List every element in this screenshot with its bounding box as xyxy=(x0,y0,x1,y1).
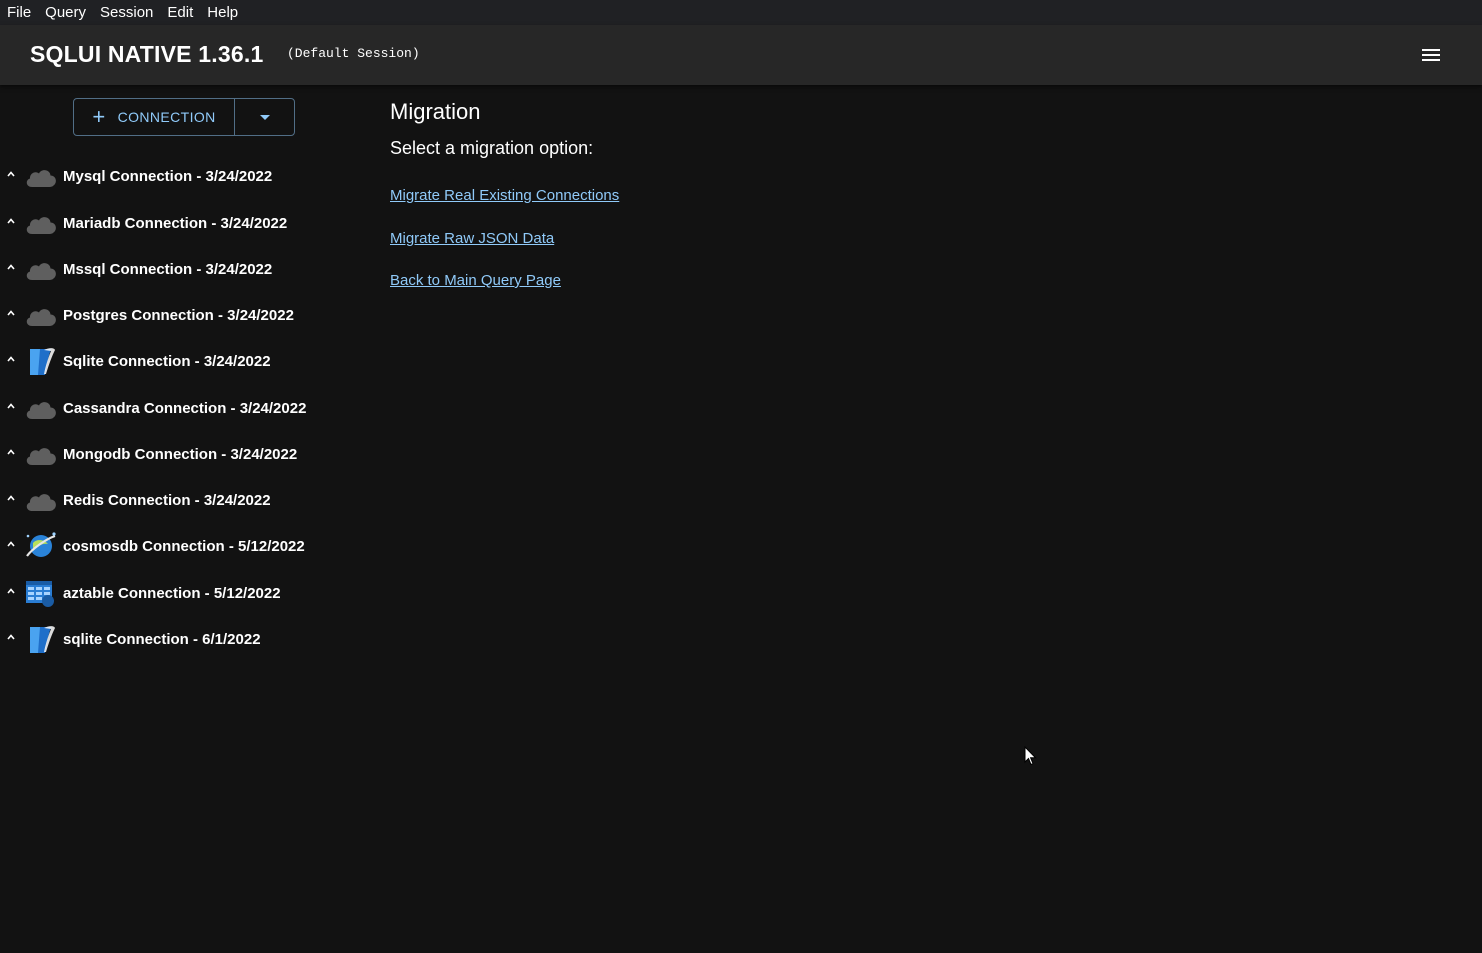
connection-dropdown-button[interactable] xyxy=(235,99,294,135)
app-title: SQLUI NATIVE 1.36.1 xyxy=(30,41,264,67)
connection-label: Mssql Connection - 3/24/2022 xyxy=(63,261,273,278)
cloud-icon xyxy=(24,439,58,469)
page-subtitle: Select a migration option: xyxy=(390,138,594,158)
chevron-up-icon[interactable] xyxy=(7,633,15,641)
chevron-up-icon[interactable] xyxy=(7,263,15,271)
hamburger-menu-icon[interactable] xyxy=(1422,47,1442,63)
cloud-icon xyxy=(24,254,58,284)
cloud-icon xyxy=(24,300,58,330)
connection-item[interactable]: Postgres Connection - 3/24/2022 xyxy=(0,296,360,336)
cosmosdb-icon xyxy=(24,531,58,561)
cloud-icon xyxy=(24,485,58,515)
connection-item[interactable]: Cassandra Connection - 3/24/2022 xyxy=(0,389,360,429)
chevron-up-icon[interactable] xyxy=(7,309,15,317)
chevron-up-icon[interactable] xyxy=(7,587,15,595)
connection-item[interactable]: Mongodb Connection - 3/24/2022 xyxy=(0,435,360,475)
connection-label: Mysql Connection - 3/24/2022 xyxy=(63,168,273,185)
page-title: Migration xyxy=(390,99,481,124)
connection-label: Mongodb Connection - 3/24/2022 xyxy=(63,446,298,463)
back-to-main-query-link[interactable]: Back to Main Query Page xyxy=(390,272,561,289)
plus-icon: + xyxy=(92,104,106,129)
cloud-icon xyxy=(24,161,58,191)
chevron-up-icon[interactable] xyxy=(7,217,15,225)
menu-help[interactable]: Help xyxy=(200,0,245,25)
chevron-up-icon[interactable] xyxy=(7,355,15,363)
new-connection-button-group: + CONNECTION xyxy=(73,98,295,136)
chevron-up-icon[interactable] xyxy=(7,540,15,548)
chevron-up-icon[interactable] xyxy=(7,494,15,502)
connection-label: aztable Connection - 5/12/2022 xyxy=(63,585,281,602)
cloud-icon xyxy=(24,208,58,238)
new-connection-button[interactable]: + CONNECTION xyxy=(74,99,235,135)
migrate-existing-connections-link[interactable]: Migrate Real Existing Connections xyxy=(390,187,619,204)
connection-label: Sqlite Connection - 3/24/2022 xyxy=(63,353,271,370)
connection-label: Cassandra Connection - 3/24/2022 xyxy=(63,400,307,417)
aztable-icon xyxy=(24,578,58,608)
menu-session[interactable]: Session xyxy=(93,0,160,25)
connection-item[interactable]: Mssql Connection - 3/24/2022 xyxy=(0,250,360,290)
menu-edit[interactable]: Edit xyxy=(160,0,200,25)
menu-file[interactable]: File xyxy=(0,0,38,25)
migrate-raw-json-link[interactable]: Migrate Raw JSON Data xyxy=(390,230,554,247)
connection-item[interactable]: Redis Connection - 3/24/2022 xyxy=(0,481,360,521)
connection-label: Mariadb Connection - 3/24/2022 xyxy=(63,215,288,232)
mouse-cursor-icon xyxy=(1024,746,1037,766)
connection-item[interactable]: aztable Connection - 5/12/2022 xyxy=(0,574,360,614)
session-label[interactable]: (Default Session) xyxy=(287,46,420,61)
menu-query[interactable]: Query xyxy=(38,0,93,25)
connection-label: Postgres Connection - 3/24/2022 xyxy=(63,307,294,324)
sqlite-icon xyxy=(24,346,58,376)
connection-item[interactable]: sqlite Connection - 6/1/2022 xyxy=(0,620,360,660)
sqlite-icon xyxy=(24,624,58,654)
connection-item[interactable]: Mysql Connection - 3/24/2022 xyxy=(0,157,360,197)
connection-label: cosmosdb Connection - 5/12/2022 xyxy=(63,538,305,555)
caret-down-icon xyxy=(259,114,270,120)
menu-bar: File Query Session Edit Help xyxy=(0,0,1482,25)
connection-item[interactable]: cosmosdb Connection - 5/12/2022 xyxy=(0,527,360,567)
connection-label: sqlite Connection - 6/1/2022 xyxy=(63,631,261,648)
chevron-up-icon[interactable] xyxy=(7,170,15,178)
cloud-icon xyxy=(24,393,58,423)
chevron-up-icon[interactable] xyxy=(7,402,15,410)
connection-sidebar: + CONNECTION Mysql Connection - 3/24/202… xyxy=(0,85,370,953)
chevron-up-icon[interactable] xyxy=(7,448,15,456)
connection-label: Redis Connection - 3/24/2022 xyxy=(63,492,271,509)
connection-item[interactable]: Mariadb Connection - 3/24/2022 xyxy=(0,204,360,244)
app-bar: SQLUI NATIVE 1.36.1 (Default Session) xyxy=(0,25,1482,85)
connection-item[interactable]: Sqlite Connection - 3/24/2022 xyxy=(0,342,360,382)
new-connection-label: CONNECTION xyxy=(117,109,216,125)
